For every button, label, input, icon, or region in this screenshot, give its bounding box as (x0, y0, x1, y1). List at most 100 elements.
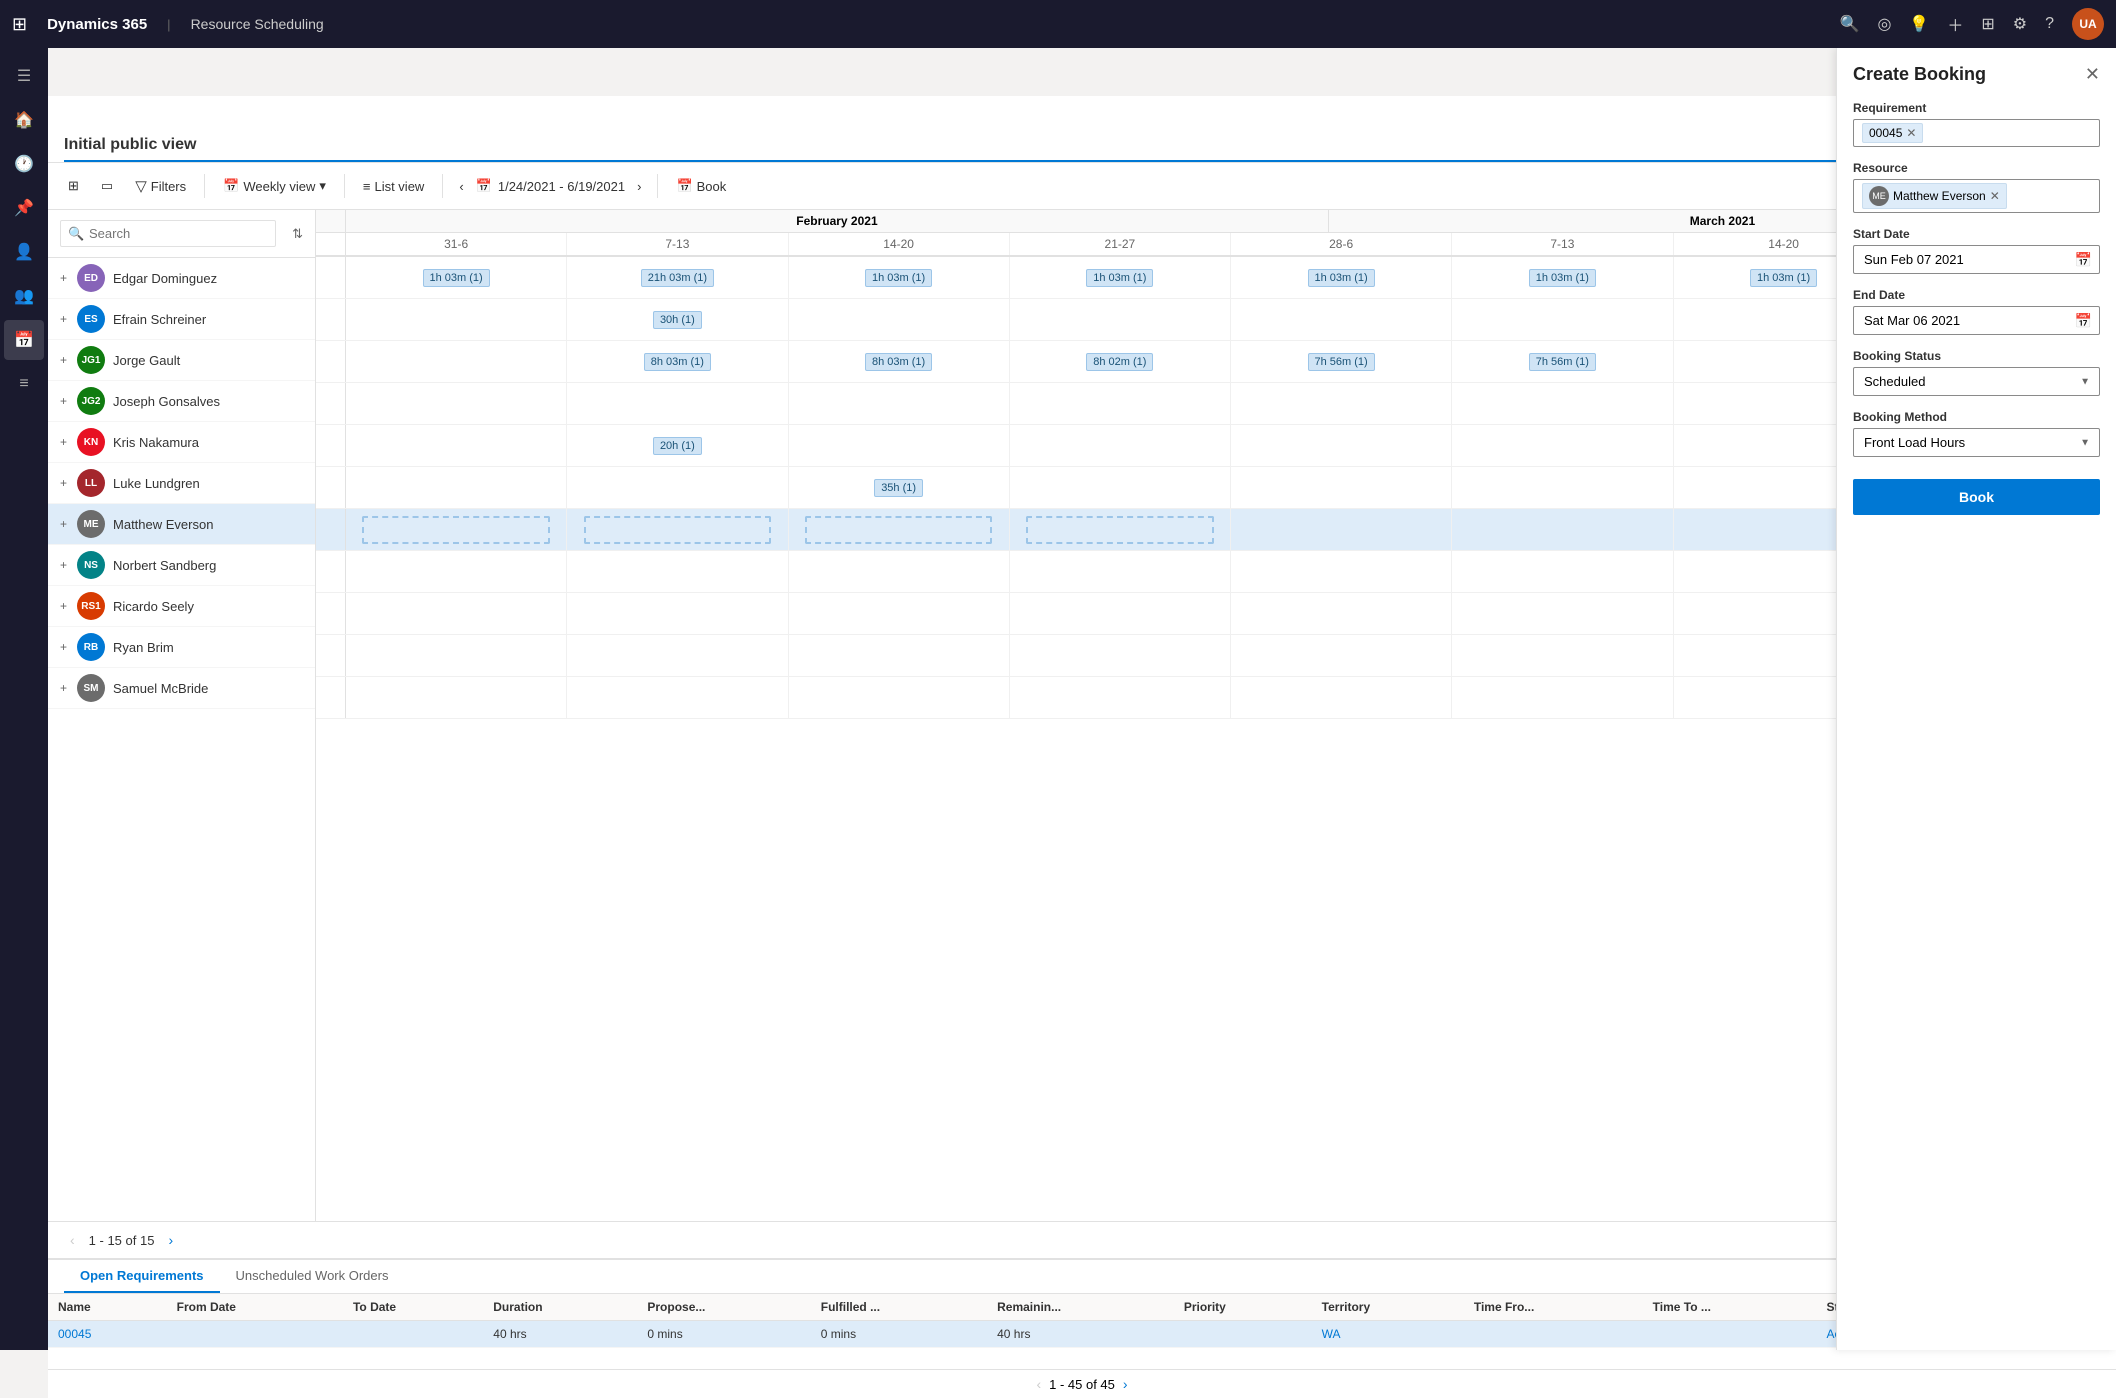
add-icon[interactable]: ＋ (1947, 12, 1963, 36)
user-avatar[interactable]: UA (2072, 8, 2104, 40)
prev-date-button[interactable]: ‹ (453, 177, 469, 196)
booking-chip-dashed[interactable] (1026, 516, 1213, 544)
resource-name: Edgar Dominguez (113, 271, 217, 286)
resource-item[interactable]: + JG1 Jorge Gault (48, 340, 315, 381)
filters-button[interactable]: ▽ Filters (127, 173, 194, 199)
booking-method-select[interactable]: Front Load Hours (1853, 428, 2100, 457)
bp-next-button[interactable]: › (1123, 1376, 1128, 1392)
booking-chip[interactable]: 7h 56m (1) (1529, 353, 1596, 371)
resource-tag-remove[interactable]: ✕ (1990, 189, 2000, 203)
search-icon[interactable]: 🔍 (1840, 14, 1860, 34)
settings-icon[interactable]: ⚙ (2013, 14, 2027, 34)
resource-tag-input[interactable]: ME Matthew Everson ✕ (1853, 179, 2100, 213)
resource-avatar: ED (77, 264, 105, 292)
sidebar-item-list[interactable]: ≡ (4, 364, 44, 404)
resource-search-input[interactable] (60, 220, 276, 247)
start-date-input[interactable] (1853, 245, 2100, 274)
table-row[interactable]: 0004540 hrs0 mins0 mins40 hrsWAActive1/2… (48, 1321, 2116, 1348)
help-icon[interactable]: ? (2045, 15, 2054, 33)
calendar-cell (1452, 551, 1673, 592)
resource-item[interactable]: + JG2 Joseph Gonsalves (48, 381, 315, 422)
resource-item[interactable]: + LL Luke Lundgren (48, 463, 315, 504)
resource-name: Kris Nakamura (113, 435, 199, 450)
sidebar-item-pinned[interactable]: 📌 (4, 188, 44, 228)
collapse-button[interactable]: ▭ (93, 174, 121, 198)
main-content: ℹ New Schedule Board On Initial public v… (48, 96, 2116, 1398)
sidebar-item-menu[interactable]: ☰ (4, 56, 44, 96)
weekly-view-button[interactable]: 📅 Weekly view ▾ (215, 174, 334, 198)
end-date-input[interactable] (1853, 306, 2100, 335)
booking-chip[interactable]: 1h 03m (1) (1086, 269, 1153, 287)
booking-chip-dashed[interactable] (584, 516, 771, 544)
tab-open-requirements[interactable]: Open Requirements (64, 1260, 220, 1293)
book-submit-button[interactable]: Book (1853, 479, 2100, 515)
lightbulb-icon[interactable]: 💡 (1909, 14, 1929, 34)
start-date-label: Start Date (1853, 227, 2100, 241)
booking-status-select[interactable]: Scheduled (1853, 367, 2100, 396)
calendar-cell (1452, 299, 1673, 340)
req-name-link[interactable]: 00045 (58, 1327, 91, 1341)
booking-chip[interactable]: 1h 03m (1) (1529, 269, 1596, 287)
sidebar-item-recent[interactable]: 🕐 (4, 144, 44, 184)
resource-avatar: SM (77, 674, 105, 702)
calendar-cell (346, 425, 567, 466)
requirements-table-wrapper: NameFrom DateTo DateDurationPropose...Fu… (48, 1294, 2116, 1369)
prev-page-button[interactable]: ‹ (64, 1230, 81, 1250)
calendar-cell (789, 383, 1010, 424)
booking-chip[interactable]: 30h (1) (653, 311, 702, 329)
booking-chip[interactable]: 8h 03m (1) (865, 353, 932, 371)
booking-chip[interactable]: 1h 03m (1) (1750, 269, 1817, 287)
calendar-cell: 8h 03m (1) (789, 341, 1010, 382)
booking-chip[interactable]: 20h (1) (653, 437, 702, 455)
booking-chip[interactable]: 8h 02m (1) (1086, 353, 1153, 371)
requirement-tag-input[interactable]: 00045 ✕ (1853, 119, 2100, 147)
activity-icon[interactable]: ◎ (1877, 14, 1891, 34)
booking-chip[interactable]: 21h 03m (1) (641, 269, 714, 287)
resource-item[interactable]: + ED Edgar Dominguez (48, 258, 315, 299)
booking-chip[interactable]: 1h 03m (1) (1308, 269, 1375, 287)
expand-button[interactable]: ⊞ (60, 174, 87, 198)
filter-icon[interactable]: ⊞ (1981, 14, 1994, 34)
table-column-header: Fulfilled ... (811, 1294, 987, 1321)
bp-prev-button[interactable]: ‹ (1036, 1376, 1041, 1392)
toolbar-divider-1 (204, 174, 205, 198)
sidebar-item-calendar[interactable]: 📅 (4, 320, 44, 360)
booking-chip[interactable]: 1h 03m (1) (423, 269, 490, 287)
view-title: Initial public view (64, 136, 2100, 162)
resource-item[interactable]: + RB Ryan Brim (48, 627, 315, 668)
sidebar-item-home[interactable]: 🏠 (4, 100, 44, 140)
next-page-button[interactable]: › (162, 1230, 179, 1250)
next-date-button[interactable]: › (631, 177, 647, 196)
booking-chip-dashed[interactable] (362, 516, 549, 544)
territory-link[interactable]: WA (1322, 1327, 1341, 1341)
end-date-field: End Date 📅 (1853, 288, 2100, 335)
list-view-button[interactable]: ≡ List view (355, 175, 432, 198)
booking-chip[interactable]: 35h (1) (874, 479, 923, 497)
resource-item[interactable]: + KN Kris Nakamura (48, 422, 315, 463)
resource-item[interactable]: + SM Samuel McBride (48, 668, 315, 709)
sort-icon[interactable]: ⇅ (292, 226, 303, 242)
row-index (316, 425, 346, 466)
list-view-label: List view (374, 179, 424, 194)
booking-chip-dashed[interactable] (805, 516, 992, 544)
resource-item[interactable]: + RS1 Ricardo Seely (48, 586, 315, 627)
calendar-cell (1010, 467, 1231, 508)
book-button[interactable]: 📅 Book (668, 174, 734, 198)
resource-item[interactable]: + ES Efrain Schreiner (48, 299, 315, 340)
calendar-cell (346, 467, 567, 508)
booking-chip[interactable]: 8h 03m (1) (644, 353, 711, 371)
calendar-icon: 📅 (223, 178, 239, 194)
booking-chip[interactable]: 1h 03m (1) (865, 269, 932, 287)
requirement-tag-remove[interactable]: ✕ (1906, 126, 1916, 140)
sidebar-item-groups[interactable]: 👥 (4, 276, 44, 316)
waffle-icon[interactable]: ⊞ (12, 14, 27, 35)
resource-item[interactable]: + ME Matthew Everson (48, 504, 315, 545)
expand-row-icon: + (60, 476, 67, 490)
tab-unscheduled-work-orders[interactable]: Unscheduled Work Orders (220, 1260, 405, 1293)
bp-pagination-text: 1 - 45 of 45 (1049, 1377, 1115, 1392)
weekly-view-label: Weekly view (243, 179, 315, 194)
panel-close-button[interactable]: ✕ (2085, 64, 2100, 85)
booking-chip[interactable]: 7h 56m (1) (1308, 353, 1375, 371)
resource-item[interactable]: + NS Norbert Sandberg (48, 545, 315, 586)
sidebar-item-people[interactable]: 👤 (4, 232, 44, 272)
